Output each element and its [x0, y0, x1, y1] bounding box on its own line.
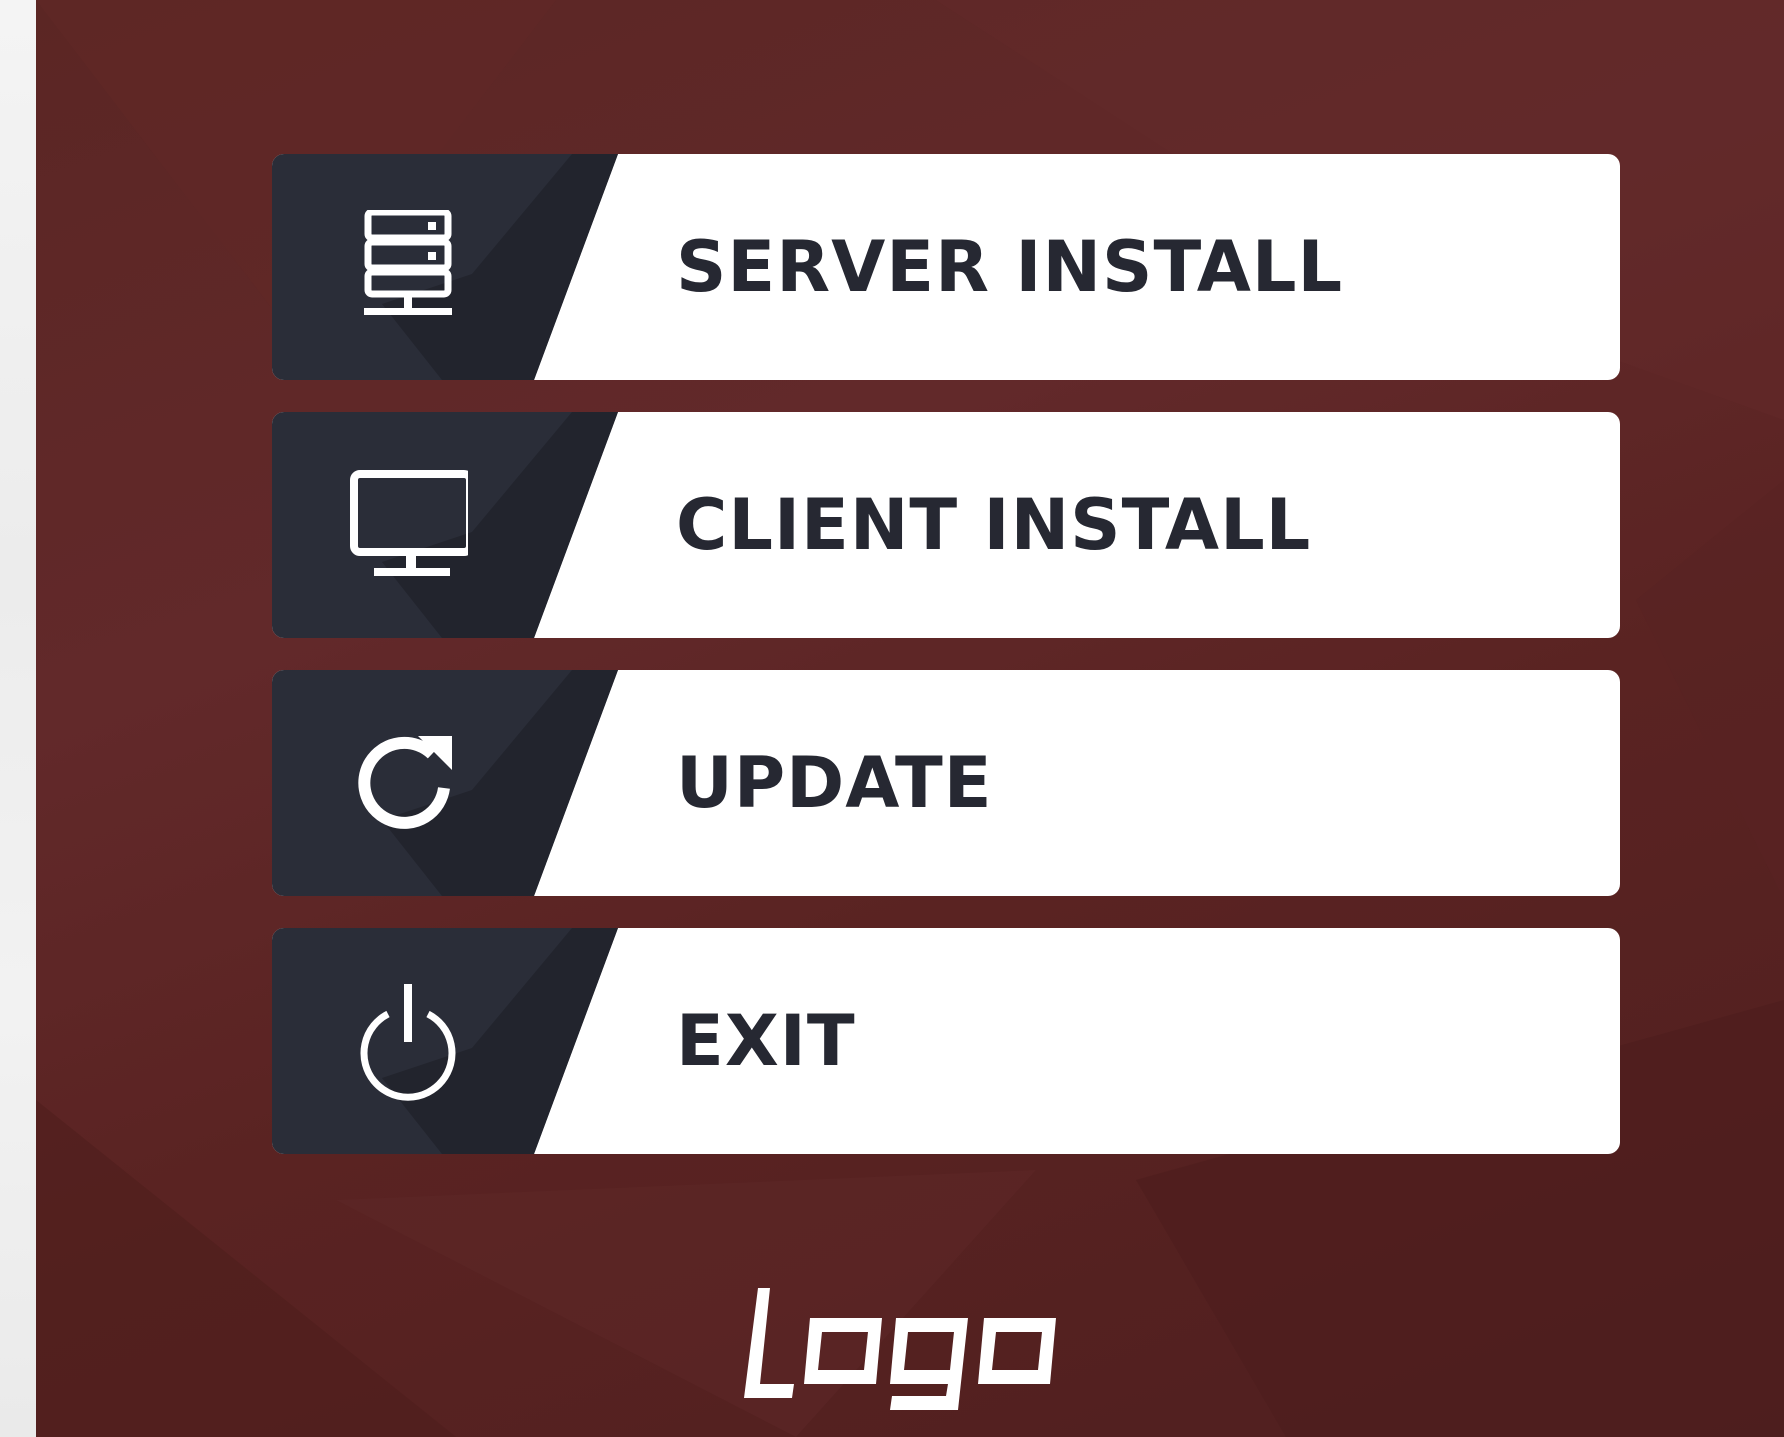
update-label: UPDATE: [676, 742, 993, 824]
client-install-button[interactable]: CLIENT INSTALL: [272, 412, 1620, 638]
server-install-button[interactable]: SERVER INSTALL: [272, 154, 1620, 380]
server-icon-block: [272, 154, 632, 380]
refresh-icon-block: [272, 670, 632, 896]
server-install-label: SERVER INSTALL: [676, 226, 1344, 308]
client-install-label: CLIENT INSTALL: [676, 484, 1312, 566]
installer-panel: SERVER INSTALL CLIENT INSTALL UPDATE EXI…: [36, 0, 1784, 1437]
exit-button[interactable]: EXIT: [272, 928, 1620, 1154]
server-icon: [364, 210, 452, 315]
background-strip: [0, 0, 36, 1437]
monitor-icon: [350, 470, 468, 576]
exit-label: EXIT: [676, 1000, 856, 1082]
logo: [744, 1288, 1056, 1410]
refresh-icon: [358, 736, 452, 829]
power-icon: [360, 984, 456, 1101]
monitor-icon-block: [272, 412, 632, 638]
update-button[interactable]: UPDATE: [272, 670, 1620, 896]
power-icon-block: [272, 928, 632, 1154]
